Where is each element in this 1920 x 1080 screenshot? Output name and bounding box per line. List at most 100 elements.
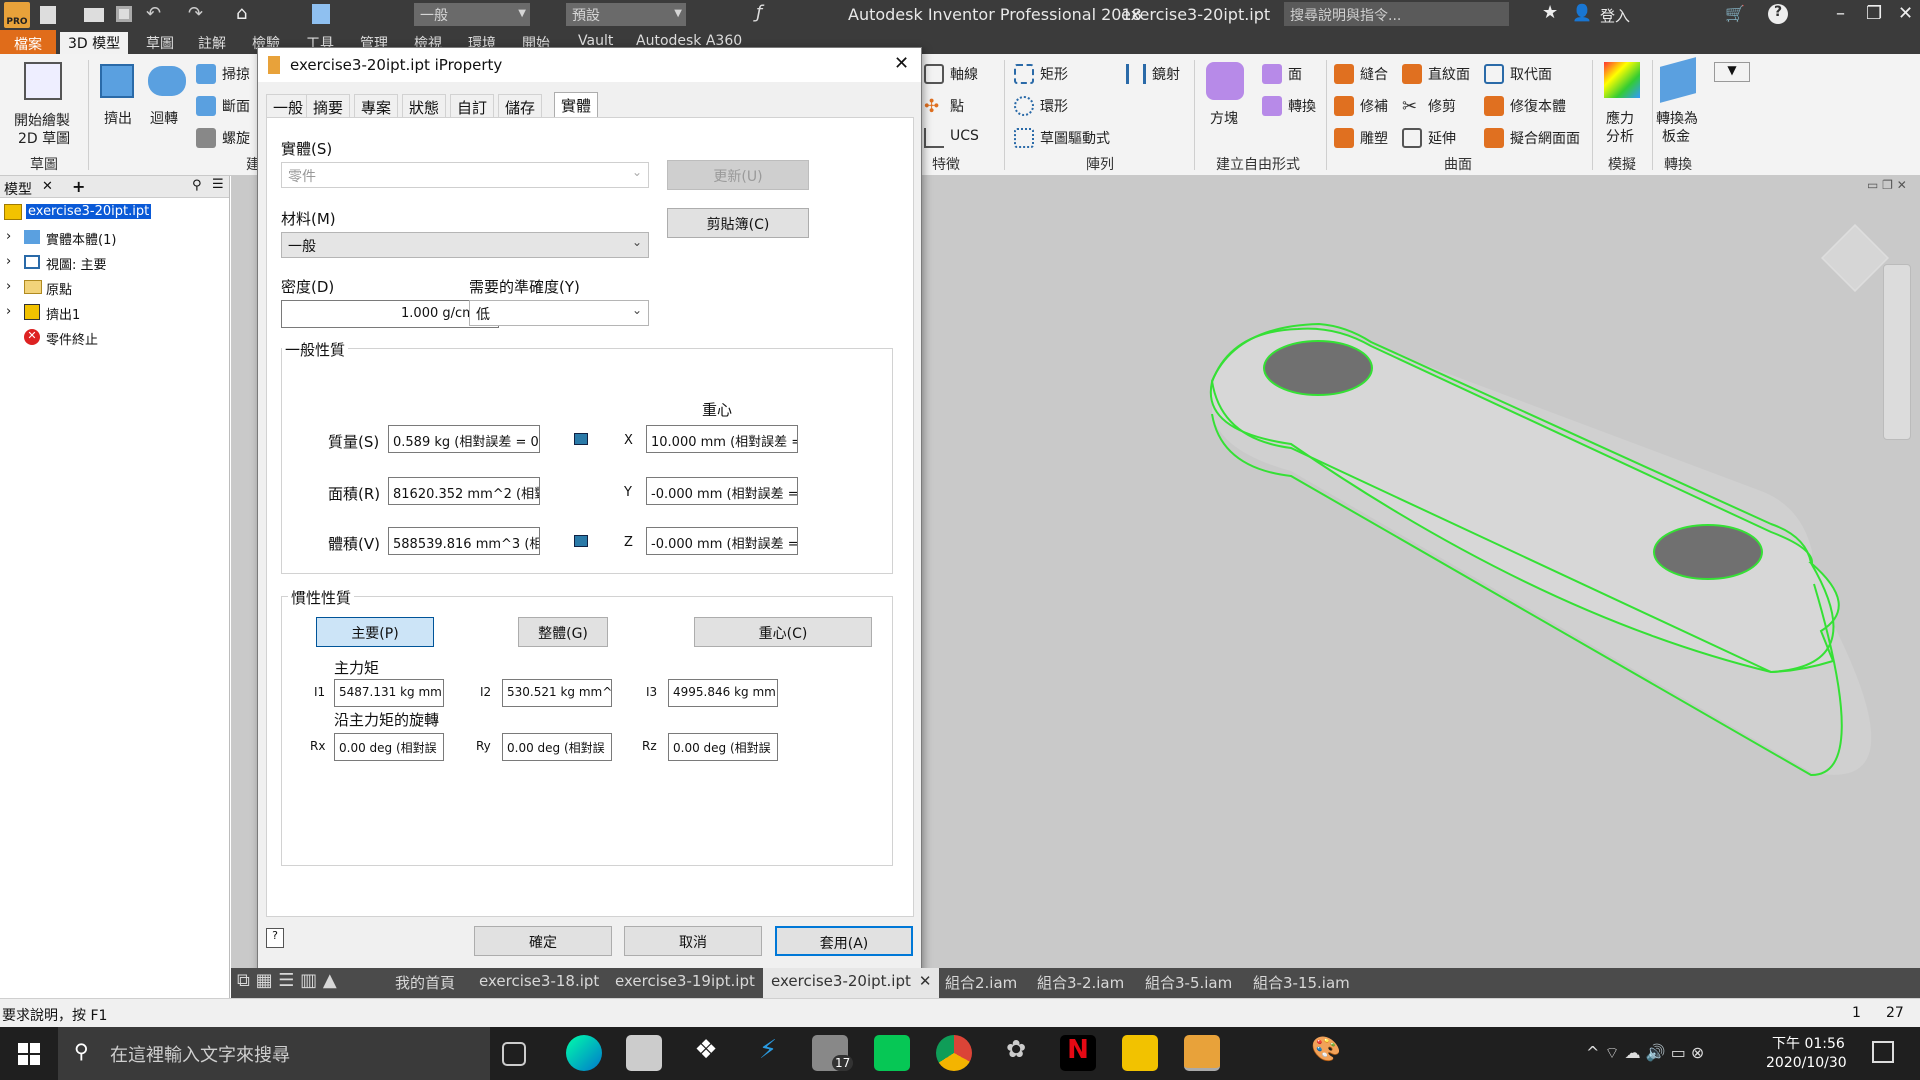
freeform-convert-button[interactable]: 轉換 bbox=[1288, 96, 1316, 116]
patch-button[interactable]: 修補 bbox=[1360, 96, 1388, 116]
line-icon[interactable] bbox=[874, 1035, 910, 1071]
help-icon[interactable]: ? bbox=[1768, 4, 1788, 24]
mass-field[interactable]: 0.589 kg (相對誤差 = 0. bbox=[388, 425, 540, 453]
tab-project[interactable]: 專案 bbox=[354, 94, 399, 118]
tab-sketch[interactable]: 草圖 bbox=[138, 32, 182, 54]
tab-general[interactable]: 一般 bbox=[266, 94, 311, 118]
browser-item-end-of-part[interactable]: 零件終止 bbox=[46, 329, 98, 348]
link-part-body[interactable] bbox=[1209, 322, 1872, 777]
expand-icon[interactable]: › bbox=[6, 229, 11, 244]
restore-button[interactable]: ❐ bbox=[1866, 3, 1882, 24]
cancel-button[interactable]: 取消 bbox=[624, 926, 762, 956]
axis-button[interactable]: 軸線 bbox=[950, 64, 978, 84]
fit-mesh-button[interactable]: 擬合網面面 bbox=[1510, 128, 1580, 148]
ruled-surface-button[interactable]: 直紋面 bbox=[1428, 64, 1470, 84]
edge-icon[interactable] bbox=[566, 1035, 602, 1071]
global-button[interactable]: 整體(G) bbox=[518, 617, 608, 647]
expand-icon[interactable]: › bbox=[6, 279, 11, 294]
density-field[interactable]: 1.000 g/cm^3 bbox=[281, 300, 499, 328]
stress-analysis-button[interactable]: 應力 bbox=[1606, 108, 1634, 128]
inventor-taskbar-icon[interactable] bbox=[1184, 1035, 1220, 1071]
doc-tab-ex20[interactable]: exercise3-20ipt.ipt ✕ bbox=[763, 968, 940, 998]
dropbox-icon[interactable]: ❖ bbox=[688, 1035, 724, 1071]
notification-icon[interactable] bbox=[1872, 1041, 1894, 1063]
freeform-face-button[interactable]: 面 bbox=[1288, 64, 1302, 84]
replace-face-button[interactable]: 取代面 bbox=[1510, 64, 1552, 84]
new-file-icon[interactable] bbox=[40, 6, 56, 24]
tile-windows-icons[interactable]: ⧉ ▦ ☰ ▥ ▲ bbox=[237, 970, 337, 991]
browser-tab-model[interactable]: 模型 bbox=[4, 179, 32, 199]
stitch-button[interactable]: 縫合 bbox=[1360, 64, 1388, 84]
revolve-icon[interactable] bbox=[148, 66, 186, 96]
circ-pattern-button[interactable]: 環形 bbox=[1040, 96, 1068, 116]
material-select[interactable]: 一般 ⌄ bbox=[281, 232, 649, 258]
freeform-box-button[interactable]: 方塊 bbox=[1210, 108, 1238, 128]
ry-field[interactable]: 0.00 deg (相對誤 bbox=[502, 733, 612, 761]
revolve-button[interactable]: 迴轉 bbox=[150, 108, 178, 128]
tab-physical[interactable]: 實體 bbox=[554, 92, 599, 118]
clock-date[interactable]: 2020/10/30 bbox=[1766, 1055, 1847, 1071]
help-search-input[interactable]: 搜尋說明與指令... bbox=[1284, 2, 1509, 26]
rz-field[interactable]: 0.00 deg (相對誤 bbox=[668, 733, 778, 761]
app-icon[interactable]: ✿ bbox=[998, 1035, 1034, 1071]
accuracy-select[interactable]: 低 ⌄ bbox=[469, 300, 649, 326]
expand-icon[interactable]: › bbox=[6, 254, 11, 269]
expand-icon[interactable]: › bbox=[6, 304, 11, 319]
volume-field[interactable]: 588539.816 mm^3 (相對 bbox=[388, 527, 540, 555]
close-browser-icon[interactable]: ✕ bbox=[42, 179, 53, 194]
copy-volume-icon[interactable] bbox=[574, 535, 588, 547]
sweep-button[interactable]: 掃掠 bbox=[222, 64, 250, 84]
i2-field[interactable]: 530.521 kg mm^2 bbox=[502, 679, 612, 707]
tab-status[interactable]: 狀態 bbox=[402, 94, 447, 118]
task-view-icon[interactable] bbox=[502, 1042, 526, 1066]
rect-pattern-button[interactable]: 矩形 bbox=[1040, 64, 1068, 84]
dialog-close-icon[interactable]: ✕ bbox=[894, 53, 909, 74]
sign-in-link[interactable]: 登入 bbox=[1600, 5, 1630, 26]
i1-field[interactable]: 5487.131 kg mm^ bbox=[334, 679, 444, 707]
appearance-combo[interactable]: 預設 ▼ bbox=[566, 3, 686, 26]
cg-y-field[interactable]: -0.000 mm (相對誤差 = bbox=[646, 477, 798, 505]
ucs-button[interactable]: UCS bbox=[950, 128, 979, 144]
tab-annotate[interactable]: 註解 bbox=[190, 32, 234, 54]
cart-icon[interactable]: 🛒 bbox=[1725, 4, 1745, 23]
visual-studio-icon[interactable]: ⚡ bbox=[750, 1035, 786, 1071]
convert-sheet-metal-button[interactable]: 轉換為 bbox=[1656, 108, 1698, 128]
sketch-driven-button[interactable]: 草圖驅動式 bbox=[1040, 128, 1110, 148]
tab-3d-model[interactable]: 3D 模型 bbox=[60, 32, 129, 54]
file-explorer-icon[interactable] bbox=[1122, 1035, 1158, 1071]
freeform-box-icon[interactable] bbox=[1206, 62, 1244, 100]
browser-item-solid-bodies[interactable]: 實體本體(1) bbox=[46, 229, 116, 248]
add-browser-icon[interactable]: + bbox=[72, 177, 85, 196]
minimize-button[interactable]: – bbox=[1836, 3, 1845, 24]
extrude-icon[interactable] bbox=[100, 64, 134, 98]
user-icon[interactable]: 👤 bbox=[1572, 3, 1592, 22]
browser-search-icon[interactable]: ⚲ bbox=[192, 178, 202, 193]
undo-icon[interactable]: ↶ bbox=[146, 3, 161, 24]
mirror-button[interactable]: 鏡射 bbox=[1152, 64, 1180, 84]
sculpt-button[interactable]: 雕塑 bbox=[1360, 128, 1388, 148]
doc-tab-asm2[interactable]: 組合2.iam bbox=[945, 972, 1017, 993]
trim-button[interactable]: 修剪 bbox=[1428, 96, 1456, 116]
browser-item-view[interactable]: 視圖: 主要 bbox=[46, 254, 107, 273]
rx-field[interactable]: 0.00 deg (相對誤 bbox=[334, 733, 444, 761]
area-field[interactable]: 81620.352 mm^2 (相對誤 bbox=[388, 477, 540, 505]
paint-icon[interactable]: 🎨 bbox=[1308, 1035, 1344, 1071]
start-sketch-button[interactable]: 開始繪製 bbox=[14, 110, 70, 130]
browser-menu-icon[interactable]: ☰ bbox=[212, 177, 224, 192]
close-doc-tab-icon[interactable]: ✕ bbox=[919, 972, 932, 990]
style-combo[interactable]: 一般 ▼ bbox=[414, 3, 530, 26]
cg-button[interactable]: 重心(C) bbox=[694, 617, 872, 647]
chrome-icon[interactable] bbox=[936, 1035, 972, 1071]
apply-button[interactable]: 套用(A) bbox=[775, 926, 913, 956]
principal-button[interactable]: 主要(P) bbox=[316, 617, 434, 647]
taskbar-search-box[interactable]: ⚲ 在這裡輸入文字來搜尋 bbox=[58, 1027, 490, 1080]
clock-time[interactable]: 下午 01:56 bbox=[1772, 1033, 1845, 1053]
redo-icon[interactable]: ↷ bbox=[188, 3, 203, 24]
doc-tab-asm3-15[interactable]: 組合3-15.iam bbox=[1253, 972, 1350, 993]
extend-button[interactable]: 延伸 bbox=[1428, 128, 1456, 148]
copy-mass-icon[interactable] bbox=[574, 433, 588, 445]
home-icon[interactable]: ⌂ bbox=[236, 3, 247, 24]
function-icon[interactable]: ƒ bbox=[756, 2, 762, 23]
star-icon[interactable]: ★ bbox=[1542, 2, 1558, 23]
browser-item-extrusion1[interactable]: 擠出1 bbox=[46, 304, 80, 323]
